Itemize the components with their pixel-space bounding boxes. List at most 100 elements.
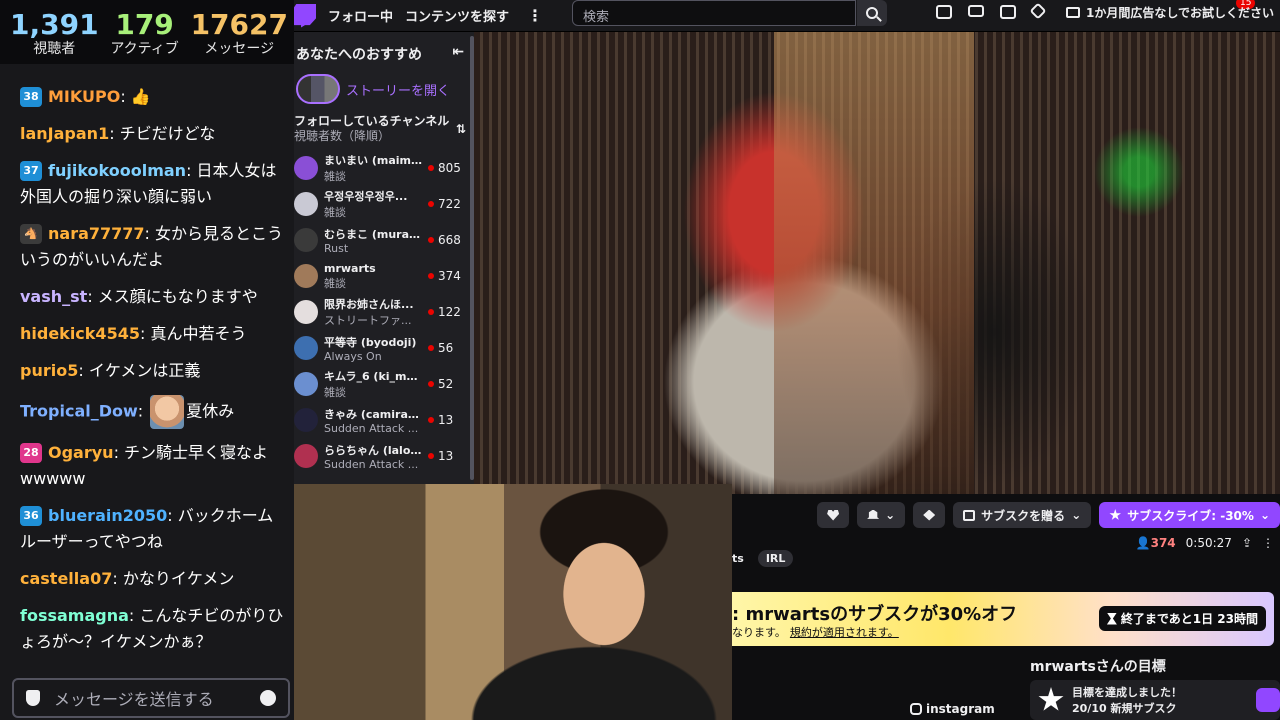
live-indicator-icon (428, 345, 434, 351)
channel-name: 限界お姉さんほ... (324, 298, 414, 311)
channel-viewers: 668 (438, 233, 461, 247)
chevron-down-icon: ⌄ (1071, 508, 1082, 522)
channel-name: キムラ_6 (ki_mu... (324, 370, 422, 383)
followed-channel[interactable]: むらまこ (murak... Rust 668 (294, 222, 474, 258)
followed-title-block: フォローしているチャンネル 視聴者数（降順） (294, 114, 449, 144)
story-button[interactable]: ストーリーを開く (294, 64, 474, 104)
channel-category: Sudden Attack ... (324, 457, 419, 471)
followed-channel[interactable]: 우정우정우정우... 雑談 722 (294, 186, 474, 222)
viewer-count: 👤374 (1135, 536, 1176, 550)
chat-username[interactable]: Ogaryu (48, 443, 114, 462)
goal-card: 目標を達成しました！ 20/10 新規サブスク (1030, 680, 1280, 720)
stat-active: 179 アクティブ (110, 10, 178, 64)
chat-username[interactable]: lanJapan1 (20, 124, 109, 143)
followed-channel[interactable]: キムラ_6 (ki_mu... 雑談 52 (294, 366, 474, 402)
stat-viewers: 1,391 視聴者 (10, 10, 99, 64)
chat-message: fossamagna: こんなチビのがりひょろが〜？イケメンかぁ？ (20, 603, 284, 655)
chat-bubble-icon[interactable] (1000, 5, 1016, 19)
chat-username[interactable]: Tropical_Dow (20, 402, 138, 421)
collapse-icon[interactable]: ⇤ (452, 44, 464, 64)
goal-sub-button[interactable] (1256, 688, 1280, 712)
emote-image[interactable] (150, 395, 185, 429)
live-indicator-icon (428, 165, 434, 171)
twitch-logo-icon[interactable] (294, 3, 316, 28)
channel-name: きゃみ (camirajit... (324, 407, 422, 421)
mail-icon[interactable] (968, 5, 984, 17)
notifications-icon[interactable] (936, 5, 952, 19)
notification-settings-button[interactable]: ⌄ (857, 502, 906, 528)
search-input[interactable]: 検索 (572, 0, 856, 26)
stream-meta: 👤374 0:50:27 ⇪ ⋮ (1136, 536, 1274, 550)
followed-channel[interactable]: きゃみ (camirajit...Sudden Attack ... 13 (294, 402, 474, 438)
chevron-down-icon: ⌄ (1259, 508, 1270, 522)
followed-channel[interactable]: ららちゃん (lalo... Sudden Attack ... 13 (294, 438, 474, 474)
followed-channel[interactable]: 限界お姉さんほ... ストリートファ... 122 (294, 294, 474, 330)
channel-viewers: 374 (438, 269, 461, 283)
search-button[interactable] (857, 0, 887, 26)
live-indicator-icon (428, 381, 434, 387)
followed-channel[interactable]: まいまい (maima... 雑談 805 (294, 150, 474, 186)
chat-username[interactable]: fossamagna (20, 606, 129, 625)
ad-free-trial-button[interactable]: 1か月間広告なしでお試しください (1066, 3, 1274, 21)
emote-picker-icon[interactable] (260, 690, 276, 706)
live-indicator-icon (428, 309, 434, 315)
chat-text: : イケメンは正義 (78, 361, 201, 380)
more-menu-icon[interactable]: ⋮ (527, 6, 543, 25)
chat-input[interactable]: メッセージを送信する (12, 678, 290, 718)
subscribe-button[interactable]: サブスクライブ: -30% ⌄ (1099, 502, 1280, 528)
share-icon[interactable]: ⇪ (1242, 536, 1252, 550)
chat-message: vash_st: メス顔にもなりますや (20, 284, 284, 310)
sub-badge[interactable]: 38 (20, 87, 42, 107)
gift-sub-button[interactable]: サブスクを贈る ⌄ (953, 502, 1092, 528)
shield-icon[interactable] (26, 690, 40, 706)
sub-badge[interactable]: 🐴 (20, 224, 42, 244)
sub-badge[interactable]: 28 (20, 443, 42, 463)
avatar (294, 264, 318, 288)
chat-username[interactable]: purio5 (20, 361, 78, 380)
live-indicator-icon (428, 417, 434, 423)
chat-username[interactable]: fujikokooolman (48, 161, 186, 180)
avatar (294, 444, 318, 468)
channel-points-button[interactable] (913, 502, 946, 528)
nav-browse[interactable]: コンテンツを探す (405, 6, 509, 25)
chat-username[interactable]: castella07 (20, 569, 112, 588)
tag[interactable]: IRL (757, 550, 794, 567)
channel-category: Rust (324, 241, 349, 255)
channel-actions: ⌄ サブスクを贈る ⌄ サブスクライブ: -30% ⌄ (817, 502, 1280, 528)
chat-username[interactable]: MIKUPO (48, 87, 120, 106)
sub-promo-banner[interactable]: : mrwartsのサブスクが30%オフ なります。 規約が適用されます。 終了ま… (732, 592, 1274, 646)
follow-button[interactable] (817, 502, 850, 528)
stream-stats: 1,391 視聴者 179 アクティブ 17627 メッセージ (0, 0, 294, 64)
search-icon (866, 7, 878, 19)
goal-title: mrwartsさんの目標 (1030, 659, 1166, 675)
chat-username[interactable]: hidekick4545 (20, 324, 140, 343)
chat-username[interactable]: nara77777 (48, 224, 145, 243)
sub-badge[interactable]: 37 (20, 161, 42, 181)
video-player[interactable] (474, 32, 1280, 494)
chat-username[interactable]: vash_st (20, 287, 87, 306)
channel-category: Always On (324, 349, 382, 363)
tag[interactable]: ts (732, 550, 752, 567)
channel-text: まいまい (maima... 雑談 (324, 152, 422, 184)
channel-text: 平等寺 (byodoji) Always On (324, 334, 422, 363)
nav-following[interactable]: フォロー中 (328, 6, 393, 25)
instagram-label: instagram (926, 702, 995, 716)
followed-channel[interactable]: mrwarts 雑談 374 (294, 258, 474, 294)
more-icon[interactable]: ⋮ (1262, 536, 1274, 550)
instagram-link[interactable]: instagram (910, 702, 995, 716)
chat-text: : チビだけどな (109, 124, 216, 143)
followed-channel[interactable]: 平等寺 (byodoji) Always On 56 (294, 330, 474, 366)
story-label: ストーリーを開く (346, 83, 451, 99)
chat-username[interactable]: bluerain2050 (48, 506, 167, 525)
crown-icon[interactable] (1029, 2, 1047, 20)
chat-message: 28 Ogaryu: チン騎士早く寝なよwwwww (20, 440, 284, 492)
sidenav-header: あなたへのおすすめ ⇤ (294, 32, 474, 64)
live-indicator-icon (428, 273, 434, 279)
stat-label: 視聴者 (33, 41, 76, 57)
avatar (294, 300, 318, 324)
sub-badge[interactable]: 36 (20, 506, 42, 526)
terms-link[interactable]: 規約が適用されます。 (790, 626, 899, 639)
live-indicator-icon (428, 201, 434, 207)
channel-viewers: 122 (438, 305, 461, 319)
sort-icon[interactable]: ⇅ (456, 122, 466, 137)
